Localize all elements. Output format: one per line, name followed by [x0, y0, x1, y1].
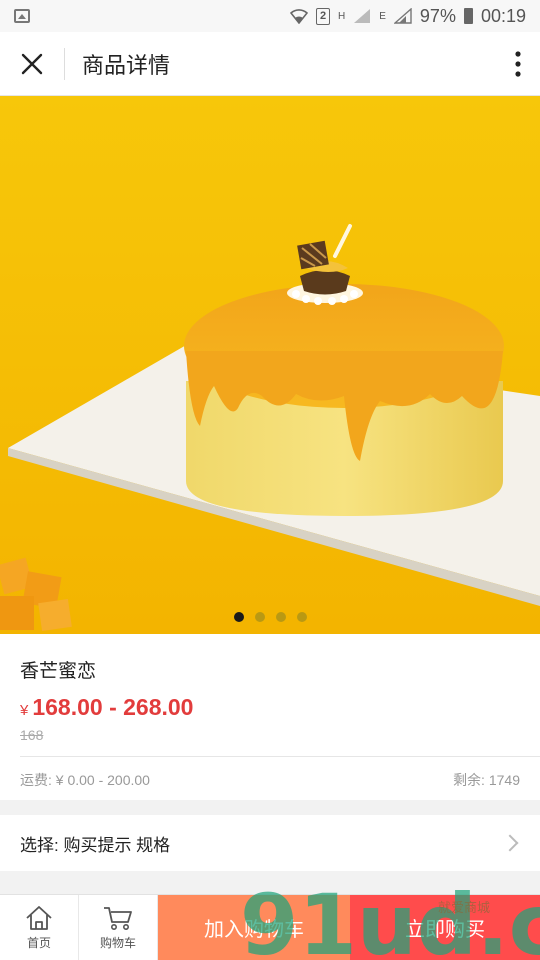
original-price: 168: [20, 727, 44, 743]
shipping-fee: 运费: ¥ 0.00 - 200.00: [20, 772, 150, 788]
shopping-cart-icon: [104, 906, 132, 930]
cart-tab[interactable]: 购物车: [79, 895, 158, 960]
home-tab-label: 首页: [26, 935, 51, 950]
wifi-icon: [290, 9, 309, 24]
home-tab[interactable]: 首页: [0, 895, 79, 960]
sim-slot-badge: 2: [316, 7, 331, 25]
stock-remaining: 剩余: 1749: [453, 772, 520, 788]
gallery-notification-icon: [14, 9, 30, 23]
cart-tab-label: 购物车: [99, 935, 136, 950]
close-button[interactable]: [0, 32, 64, 96]
home-icon: [26, 905, 52, 930]
carousel-dot[interactable]: [296, 612, 307, 622]
carousel-indicator: [0, 612, 540, 622]
add-to-cart-button[interactable]: 加入购物车: [158, 895, 350, 960]
spec-select-row[interactable]: 选择: 购买提示 规格: [0, 815, 540, 871]
close-icon: [21, 53, 43, 74]
network-type-e: E: [379, 10, 386, 22]
status-bar: 2 H E 97% 00:19: [0, 0, 540, 32]
buy-now-button[interactable]: 立即购买: [350, 895, 540, 960]
signal-icon-2: [393, 8, 412, 24]
product-name: 香芒蜜恋: [20, 661, 97, 682]
price-value: 168.00 - 268.00: [32, 694, 194, 720]
signal-icon-1: [354, 9, 371, 23]
bottom-action-bar: 首页 购物车 加入购物车 立即购买: [0, 894, 540, 960]
product-image-carousel[interactable]: [0, 96, 540, 634]
page-title: 商品详情: [82, 52, 171, 78]
info-divider: [20, 756, 540, 757]
carousel-dot[interactable]: [275, 612, 286, 622]
clock: 00:19: [480, 5, 526, 26]
more-options-button[interactable]: [496, 32, 540, 96]
price-currency: ¥: [20, 702, 29, 719]
spec-select-label: 选择: 购买提示 规格: [20, 835, 171, 855]
more-vertical-icon: [515, 50, 521, 77]
battery-percent: 97%: [419, 5, 456, 26]
carousel-dot[interactable]: [254, 612, 265, 622]
nav-bar: 商品详情: [0, 32, 540, 96]
price-range: ¥168.00 - 268.00: [20, 694, 193, 721]
carousel-dot[interactable]: [233, 612, 244, 622]
network-type-h: H: [338, 10, 346, 22]
product-info-card: 香芒蜜恋 ¥168.00 - 268.00 168 运费: ¥ 0.00 - 2…: [0, 634, 540, 800]
battery-icon: [463, 8, 473, 24]
chevron-right-icon: [501, 834, 519, 852]
product-photo: [0, 96, 540, 634]
